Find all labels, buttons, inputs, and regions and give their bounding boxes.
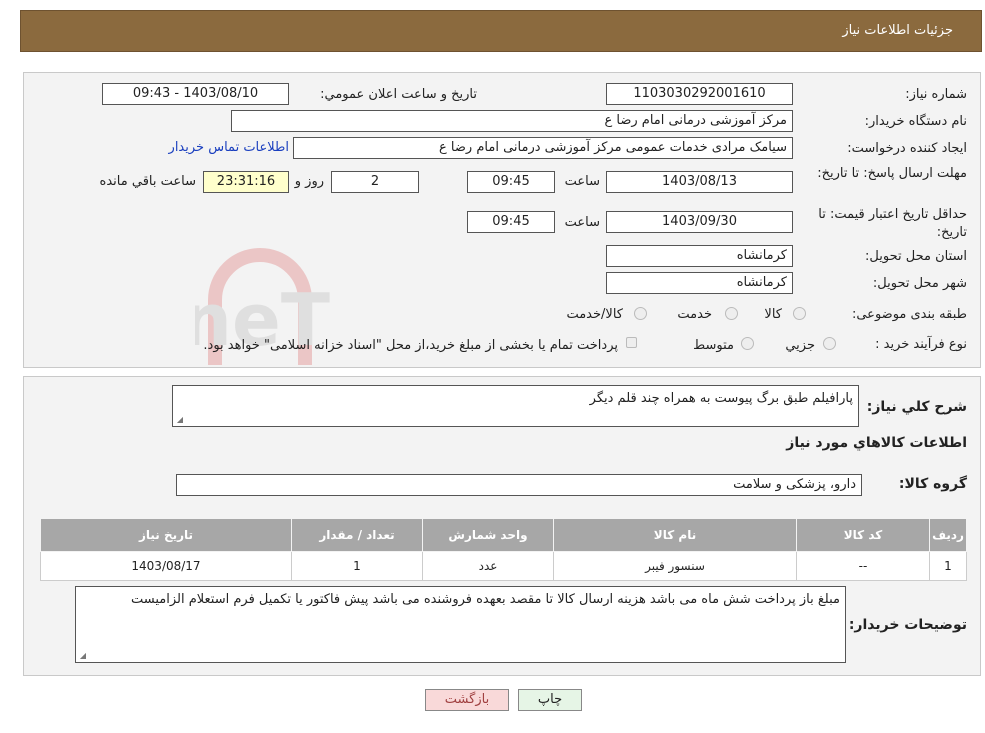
creator-label: ايجاد کننده درخواست: <box>847 141 967 156</box>
days-field: 2 <box>331 171 419 193</box>
page-header: جزئیات اطلاعات نیاز <box>20 10 982 52</box>
col-unit: واحد شمارش <box>422 518 554 552</box>
goods-table: رديف كد كالا نام كالا واحد شمارش تعداد /… <box>40 518 967 581</box>
col-goods-code: كد كالا <box>796 518 930 552</box>
resize-grip-icon[interactable]: ◢ <box>78 652 86 660</box>
table-row: 1 -- سنسور فیبر عدد 1 1403/08/17 <box>40 551 967 581</box>
need-number-label: شماره نیاز: <box>905 87 967 102</box>
cell-need-date: 1403/08/17 <box>40 551 292 581</box>
goods-group-label: گروه کالا: <box>898 476 967 492</box>
province-field: کرمانشاه <box>606 245 793 267</box>
cell-goods-name: سنسور فیبر <box>553 551 797 581</box>
reply-date-field: 1403/08/13 <box>606 171 793 193</box>
buyer-contact-link[interactable]: اطلاعات تماس خريدار <box>169 140 289 155</box>
province-label: استان محل تحويل: <box>865 249 967 264</box>
category-radio-service[interactable] <box>725 307 738 320</box>
reply-deadline-label: مهلت ارسال پاسخ: تا تاريخ: <box>817 166 967 181</box>
city-field: کرمانشاه <box>606 272 793 294</box>
creator-field: سیامک مرادی خدمات عمومی مرکز آموزشی درما… <box>293 137 793 159</box>
description-label: شرح كلي نياز: <box>866 399 967 415</box>
category-radio-goods-service[interactable] <box>634 307 647 320</box>
cell-quantity: 1 <box>291 551 423 581</box>
buyer-org-label: نام دستگاه خريدار: <box>864 114 967 129</box>
announce-date-field: 1403/08/10 - 09:43 <box>102 83 289 105</box>
category-label: طبقه بندی موضوعی: <box>851 307 967 322</box>
process-label: نوع فرآيند خريد : <box>875 337 967 352</box>
category-radio-goods[interactable] <box>793 307 806 320</box>
back-button[interactable]: بازگشت <box>425 689 509 711</box>
cell-row-number: 1 <box>929 551 967 581</box>
reply-time-field: 09:45 <box>467 171 555 193</box>
process-radio-minor[interactable] <box>823 337 836 350</box>
need-number-field: 1103030292001610 <box>606 83 793 105</box>
buyer-notes-text: مبلغ باز پرداخت شش ماه می باشد هزینه ارس… <box>130 592 840 607</box>
category-option-goods: کالا <box>764 307 782 322</box>
col-quantity: تعداد / مقدار <box>291 518 423 552</box>
process-note: پرداخت تمام يا بخشی از مبلغ خريد،از محل … <box>203 338 618 353</box>
goods-group-field: دارو، پزشکی و سلامت <box>176 474 862 496</box>
description-text: پارافیلم طبق برگ پیوست به همراه چند قلم … <box>589 391 853 406</box>
price-validity-label: حداقل تاريخ اعتبار قيمت: تا تاريخ: <box>818 207 967 240</box>
days-label: روز و <box>294 174 324 189</box>
price-date-field: 1403/09/30 <box>606 211 793 233</box>
category-option-service: خدمت <box>677 307 712 322</box>
col-goods-name: نام كالا <box>553 518 797 552</box>
buyer-notes-label: توضيحات خريدار: <box>848 617 967 633</box>
reply-time-label: ساعت <box>564 174 600 189</box>
process-option-medium: متوسط <box>693 338 734 353</box>
cell-goods-code: -- <box>796 551 930 581</box>
process-radio-medium[interactable] <box>741 337 754 350</box>
page-title: جزئیات اطلاعات نیاز <box>842 23 953 38</box>
category-option-goods-service: کالا/خدمت <box>566 307 623 322</box>
city-label: شهر محل تحويل: <box>872 276 967 291</box>
price-time-label: ساعت <box>564 215 600 230</box>
buyer-notes-field: مبلغ باز پرداخت شش ماه می باشد هزینه ارس… <box>75 586 846 663</box>
print-button[interactable]: چاپ <box>518 689 582 711</box>
price-time-field: 09:45 <box>467 211 555 233</box>
process-option-minor: جزيي <box>785 338 815 353</box>
remaining-time-label: ساعت باقي مانده <box>99 174 196 189</box>
description-field: پارافیلم طبق برگ پیوست به همراه چند قلم … <box>172 385 859 427</box>
resize-grip-icon[interactable]: ◢ <box>175 416 183 424</box>
col-need-date: تاريخ نياز <box>40 518 292 552</box>
treasury-checkbox[interactable] <box>626 337 637 348</box>
announce-date-label: تاریخ و ساعت اعلان عمومي: <box>320 87 477 102</box>
goods-section-title: اطلاعات كالاهاي مورد نياز <box>786 435 967 451</box>
goods-table-header: رديف كد كالا نام كالا واحد شمارش تعداد /… <box>40 518 967 552</box>
col-row-number: رديف <box>929 518 967 552</box>
buyer-org-field: مرکز آموزشی درمانی امام رضا ع <box>231 110 793 132</box>
remaining-time-field: 23:31:16 <box>203 171 289 193</box>
cell-unit: عدد <box>422 551 554 581</box>
